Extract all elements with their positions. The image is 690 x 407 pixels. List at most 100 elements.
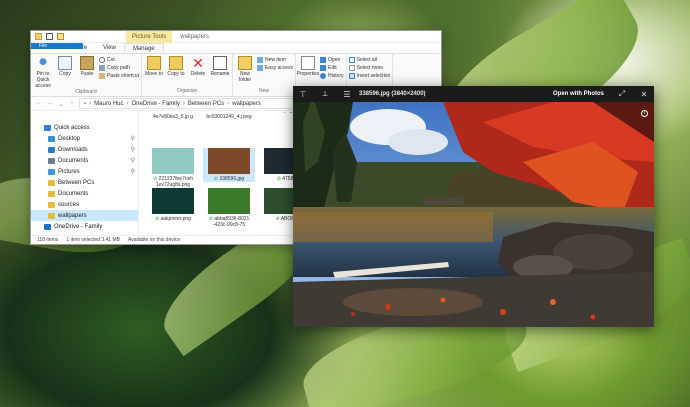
move-to-button[interactable]: Move to: [144, 56, 164, 88]
breadcrumb-item[interactable]: Between PCs: [188, 101, 224, 107]
file-thumbnail: [208, 188, 250, 214]
new-item-button[interactable]: New item: [256, 57, 293, 63]
pin-quick-access-button[interactable]: Pin to Quick access: [33, 56, 53, 89]
folder-icon: [48, 190, 55, 197]
sidebar-item-wallpapers[interactable]: wallpapers: [31, 210, 138, 221]
paste-button[interactable]: Paste: [77, 56, 97, 89]
sidebar-item-sources[interactable]: sources: [31, 199, 138, 210]
folder-icon[interactable]: [57, 33, 64, 40]
new-folder-label: New folder: [238, 71, 252, 83]
delete-button[interactable]: ✕ Delete: [188, 56, 208, 88]
rename-label: Rename: [210, 71, 230, 77]
navigation-pane: Quick access Desktop ⚲ Downloads ⚲ Documents ⚲…: [31, 112, 139, 235]
back-arrow-icon[interactable]: ←: [35, 100, 43, 107]
sidebar-item-label: sources: [58, 201, 80, 208]
download-icon: [48, 146, 55, 153]
tab-view[interactable]: View: [95, 43, 124, 53]
chevron-right-icon: ›: [182, 100, 185, 107]
copy-to-button[interactable]: Copy to: [166, 56, 186, 88]
open-with-photos-button[interactable]: Open with Photos: [553, 91, 604, 97]
breadcrumb-item[interactable]: Mauro Huc: [94, 101, 123, 107]
info-icon[interactable]: i: [641, 110, 648, 117]
pin-icon: ⚲: [130, 158, 135, 164]
new-item-icon: [256, 57, 263, 63]
sidebar-item-label: Pictures: [58, 168, 80, 175]
list-icon[interactable]: ☰: [343, 90, 351, 99]
easy-access-button[interactable]: Easy access: [256, 65, 293, 71]
select-none-button[interactable]: Select none: [348, 65, 391, 71]
edit-button[interactable]: Edit: [320, 65, 344, 71]
sidebar-item-downloads[interactable]: Downloads ⚲: [31, 144, 138, 155]
edit-icon: [320, 65, 327, 71]
folder-icon[interactable]: [35, 33, 42, 40]
copy-path-button[interactable]: Copy path: [99, 65, 139, 71]
sidebar-item-documents[interactable]: Documents ⚲: [31, 155, 138, 166]
forward-arrow-icon[interactable]: →: [46, 100, 54, 107]
easy-access-icon: [256, 65, 263, 71]
onedrive-icon: [44, 223, 51, 230]
pin-icon: ⚲: [130, 136, 135, 142]
pin-icon: ⚲: [130, 147, 135, 153]
new-label: New: [259, 88, 270, 94]
close-icon[interactable]: ✕: [640, 90, 648, 99]
open-button[interactable]: Open: [320, 57, 344, 63]
file-item[interactable]: ⊘ aakjroeer.png: [147, 188, 199, 222]
invert-selection-button[interactable]: Invert selection: [348, 73, 391, 79]
picture-tools-tab[interactable]: Picture Tools: [126, 31, 173, 43]
cut-button[interactable]: Cut: [99, 57, 139, 63]
fullscreen-icon[interactable]: ⤢: [618, 89, 626, 99]
pin-icon[interactable]: ⊤: [299, 90, 307, 99]
paste-shortcut-button[interactable]: Paste shortcut: [99, 73, 139, 79]
paste-shortcut-icon: [99, 73, 105, 79]
photo-filename: 338596.jpg (3840×2400): [359, 91, 426, 97]
cut-label: Cut: [107, 57, 115, 63]
file-thumbnail: [152, 148, 194, 174]
paste-label: Paste: [80, 71, 94, 77]
folder-icon: [48, 212, 55, 219]
sidebar-item-label: wallpapers: [58, 212, 87, 219]
file-name: ...408c-8337-bb bc03001249_4.j peg: [206, 112, 252, 120]
move-to-label: Move to: [145, 71, 163, 77]
window-title: wallpapers: [180, 33, 209, 40]
copy-to-label: Copy to: [167, 71, 185, 77]
file-item[interactable]: ⊘ 338596.jpg: [203, 148, 255, 182]
photo-image: [293, 102, 654, 327]
file-item[interactable]: ...408c-8337-bb bc03001249_4.j peg: [203, 112, 255, 120]
invert-selection-label: Invert selection: [356, 73, 391, 79]
sidebar-item-pictures[interactable]: Pictures ⚲: [31, 166, 138, 177]
open-icon: [320, 57, 327, 63]
rename-button[interactable]: Rename: [210, 56, 230, 88]
file-item[interactable]: ⊘ abba8936-8021 -423c-99c8-75: [203, 188, 255, 228]
select-all-button[interactable]: Select all: [348, 57, 391, 63]
file-item[interactable]: ⊘ 221237fee7ceh 1ev72ug8s.png: [147, 148, 199, 188]
item-count: 118 items: [37, 237, 59, 243]
tab-file[interactable]: File: [31, 43, 83, 49]
ribbon-tabs: File Home Share View Manage: [31, 43, 441, 54]
breadcrumb-item[interactable]: wallpapers: [232, 101, 261, 107]
select-all-icon: [348, 57, 355, 63]
file-thumbnail: [208, 148, 250, 174]
up-arrow-icon[interactable]: ↑: [68, 100, 76, 107]
new-folder-icon: [237, 56, 252, 70]
file-item[interactable]: ...4fbf-99d3-009 4e7e80ea3_5.jp g: [147, 112, 199, 120]
sidebar-item-label: Desktop: [58, 135, 81, 142]
new-folder-button[interactable]: New folder: [235, 56, 255, 88]
photo-viewer-window: ⊤ ⟂ ☰ 338596.jpg (3840×2400) Open with P…: [293, 86, 654, 327]
copy-button[interactable]: Copy: [55, 56, 75, 89]
paste-shortcut-label: Paste shortcut: [107, 73, 139, 79]
recent-dropdown-icon[interactable]: ⌄: [57, 100, 65, 108]
history-button[interactable]: History: [320, 73, 344, 79]
scissors-icon: [99, 57, 105, 63]
sidebar-item-between-pcs[interactable]: Between PCs: [31, 177, 138, 188]
breadcrumb-item[interactable]: OneDrive - Family: [131, 101, 179, 107]
copy-icon: [58, 56, 72, 70]
tab-manage[interactable]: Manage: [123, 43, 164, 53]
sidebar-item-onedrive-family[interactable]: OneDrive - Family: [31, 221, 138, 232]
copy-path-icon: [99, 65, 105, 71]
checkbox-icon[interactable]: [46, 33, 53, 40]
sidebar-item-desktop[interactable]: Desktop ⚲: [31, 133, 138, 144]
paste-icon: [80, 56, 94, 70]
sidebar-item-quick-access[interactable]: Quick access: [31, 122, 138, 133]
crop-icon[interactable]: ⟂: [321, 89, 329, 99]
sidebar-item-documents[interactable]: Documents: [31, 188, 138, 199]
